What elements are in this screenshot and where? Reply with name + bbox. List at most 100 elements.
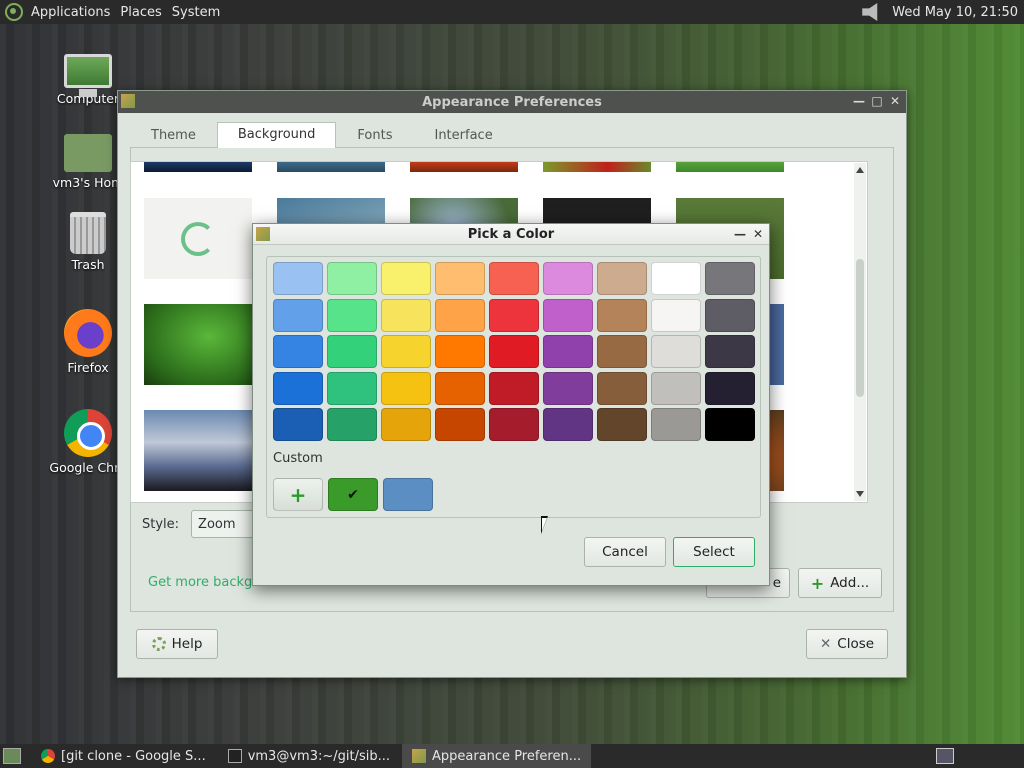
window-titlebar[interactable]: Appearance Preferences — □ ✕ [118,91,906,113]
appearance-icon [256,227,270,241]
wallpaper-scrollbar[interactable] [854,163,866,501]
color-swatch[interactable] [273,298,323,332]
color-swatch[interactable] [651,262,701,295]
scrollbar-thumb[interactable] [856,259,864,397]
color-swatch[interactable] [327,298,377,332]
get-more-backgrounds-link[interactable]: Get more backgro [148,575,265,590]
tab-bar: Theme Background Fonts Interface [130,122,514,149]
color-swatch[interactable] [381,298,431,332]
color-swatch[interactable] [327,408,377,441]
color-swatch[interactable] [543,371,593,405]
cancel-button[interactable]: Cancel [584,537,666,567]
plus-icon: + [810,573,825,593]
color-swatch[interactable] [651,335,701,368]
color-swatch[interactable] [597,371,647,405]
menu-applications[interactable]: Applications [31,5,110,20]
custom-color-swatch[interactable] [383,478,433,511]
color-swatch[interactable] [273,371,323,405]
wallpaper-thumbnail[interactable] [144,410,252,491]
wallpaper-thumbnail[interactable] [144,198,252,279]
color-swatch[interactable] [489,371,539,405]
custom-color-swatch-selected[interactable]: ✔ [328,478,378,511]
color-swatch[interactable] [651,408,701,441]
color-swatch[interactable] [543,262,593,295]
color-swatch[interactable] [651,371,701,405]
color-swatch[interactable] [435,262,485,295]
color-swatch[interactable] [705,335,755,368]
taskbar-item-label: [git clone - Google S... [61,748,206,764]
color-swatch[interactable] [489,298,539,332]
select-button[interactable]: Select [673,537,755,567]
color-swatch[interactable] [327,262,377,295]
tab-fonts[interactable]: Fonts [336,123,413,149]
close-button-label: Close [837,636,875,652]
color-swatch[interactable] [273,408,323,441]
minimize-icon[interactable]: — [733,227,747,241]
maximize-icon[interactable]: □ [870,94,884,108]
color-swatch[interactable] [543,298,593,332]
color-swatch[interactable] [489,262,539,295]
color-swatch[interactable] [597,408,647,441]
scroll-up-icon[interactable] [856,167,864,173]
minimize-icon[interactable]: — [852,94,866,108]
clock[interactable]: Wed May 10, 21:50 [892,5,1018,20]
distro-logo-icon[interactable] [5,3,23,21]
color-swatch[interactable] [543,408,593,441]
close-icon: ✕ [819,636,832,652]
color-swatch[interactable] [273,262,323,295]
wallpaper-thumbnail[interactable] [144,162,252,172]
close-icon[interactable]: ✕ [888,94,902,108]
color-swatch[interactable] [705,408,755,441]
wallpaper-thumbnail[interactable] [543,162,651,172]
color-swatch[interactable] [435,298,485,332]
menu-system[interactable]: System [172,5,220,20]
color-swatch[interactable] [489,408,539,441]
color-palette [273,262,755,441]
help-button[interactable]: Help [136,629,218,659]
color-swatch[interactable] [651,298,701,332]
dialog-titlebar[interactable]: Pick a Color — ✕ [253,224,769,245]
close-button[interactable]: ✕ Close [806,629,888,659]
top-panel: Applications Places System Wed May 10, 2… [0,0,1024,24]
appearance-icon [412,749,426,763]
speaker-icon[interactable] [862,3,878,21]
color-swatch[interactable] [705,371,755,405]
color-swatch[interactable] [705,298,755,332]
color-swatch[interactable] [489,335,539,368]
wallpaper-thumbnail[interactable] [277,162,385,172]
color-swatch[interactable] [705,262,755,295]
color-swatch[interactable] [597,298,647,332]
tab-background[interactable]: Background [216,122,337,148]
taskbar-item-label: Appearance Preferen... [432,748,582,764]
color-swatch[interactable] [435,335,485,368]
show-desktop-icon[interactable] [3,748,21,764]
color-swatch[interactable] [381,262,431,295]
color-swatch[interactable] [597,262,647,295]
terminal-icon [227,749,242,763]
wallpaper-thumbnail[interactable] [410,162,518,172]
close-icon[interactable]: ✕ [751,227,765,241]
color-swatch[interactable] [543,335,593,368]
menu-places[interactable]: Places [120,5,161,20]
color-swatch[interactable] [327,335,377,368]
taskbar-item-appearance[interactable]: Appearance Preferen... [402,744,592,768]
color-swatch[interactable] [435,371,485,405]
color-swatch[interactable] [273,335,323,368]
tab-theme[interactable]: Theme [130,123,217,149]
add-button[interactable]: + Add... [798,568,882,598]
checkmark-icon: ✔ [347,486,359,503]
color-swatch[interactable] [381,335,431,368]
add-custom-color-button[interactable]: + [273,478,323,511]
scroll-down-icon[interactable] [856,491,864,497]
color-swatch[interactable] [435,408,485,441]
tab-interface[interactable]: Interface [413,123,513,149]
wallpaper-thumbnail[interactable] [676,162,784,172]
taskbar-item-terminal[interactable]: vm3@vm3:~/git/sib... [218,744,400,768]
color-swatch[interactable] [381,408,431,441]
workspace-switcher-icon[interactable] [936,748,954,764]
color-swatch[interactable] [327,371,377,405]
color-swatch[interactable] [597,335,647,368]
color-swatch[interactable] [381,371,431,405]
wallpaper-thumbnail[interactable] [144,304,252,385]
taskbar-item-chrome[interactable]: [git clone - Google S... [31,744,216,768]
